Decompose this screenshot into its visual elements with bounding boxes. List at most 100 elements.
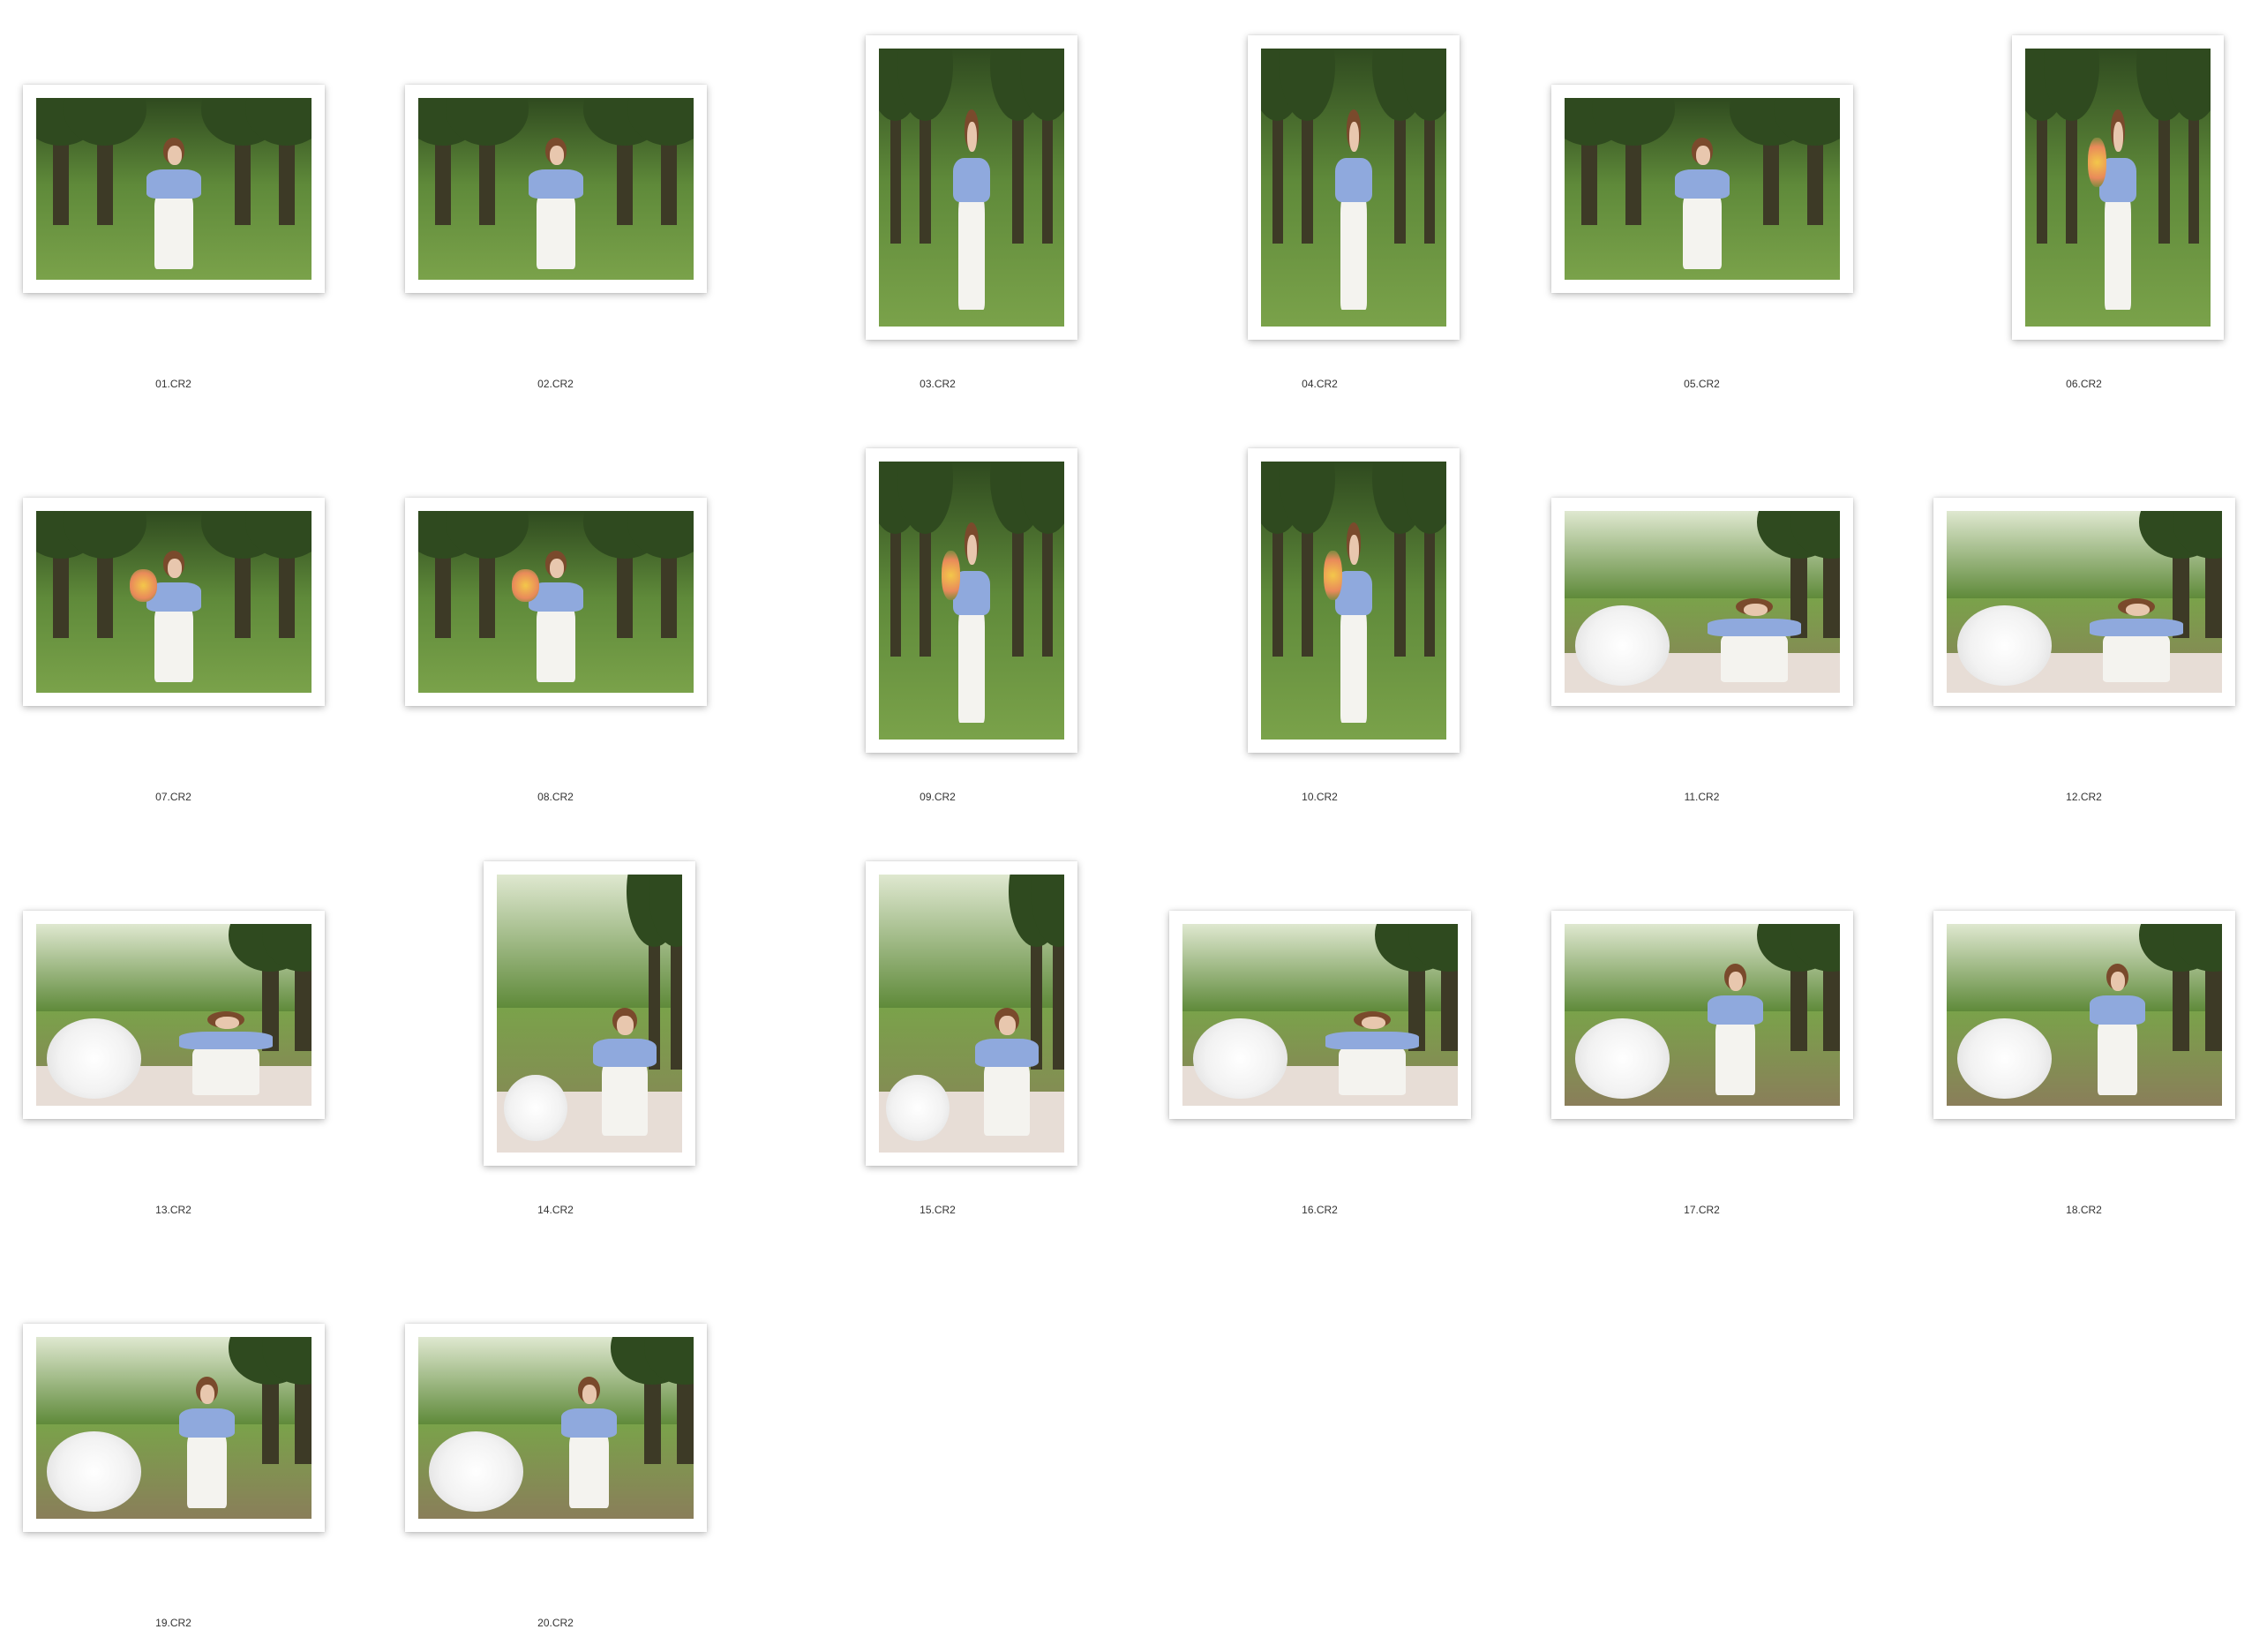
thumbnail-frame[interactable] — [1551, 911, 1853, 1119]
thumbnail-cell: 13.CR2 — [0, 826, 382, 1239]
model-face — [1348, 534, 1359, 565]
thumbnail-cell: 02.CR2 — [382, 0, 764, 413]
thumbnail-frame[interactable] — [23, 85, 325, 293]
thumbnail-frame[interactable] — [23, 911, 325, 1119]
model-figure — [1674, 138, 1730, 269]
model-shawl — [1335, 157, 1372, 202]
model-dress — [2097, 1016, 2137, 1095]
thumbnail-filename[interactable]: 10.CR2 — [1146, 791, 1493, 803]
model-figure — [561, 1377, 617, 1508]
model-dress — [192, 1044, 260, 1095]
thumbnail-frame[interactable] — [866, 35, 1077, 340]
thumbnail-filename[interactable]: 16.CR2 — [1146, 1204, 1493, 1216]
thumbnail-filename[interactable]: 13.CR2 — [0, 1204, 347, 1216]
thumbnail-filename[interactable]: 18.CR2 — [1910, 1204, 2252, 1216]
model-dress — [1721, 631, 1789, 682]
photo-thumbnail — [1947, 511, 2222, 693]
thumbnail-filename[interactable]: 15.CR2 — [764, 1204, 1111, 1216]
lace-umbrella — [1957, 1018, 2052, 1099]
thumbnail-frame[interactable] — [1551, 498, 1853, 706]
model-shawl — [1708, 995, 1763, 1025]
lace-umbrella — [1957, 605, 2052, 686]
thumbnail-cell: 14.CR2 — [382, 826, 764, 1239]
thumbnail-filename[interactable]: 17.CR2 — [1528, 1204, 1875, 1216]
photo-thumbnail — [36, 98, 312, 280]
model-figure — [593, 1008, 657, 1137]
thumbnail-filename[interactable]: 04.CR2 — [1146, 378, 1493, 390]
thumbnail-frame[interactable] — [23, 1324, 325, 1532]
thumbnail-cell: 06.CR2 — [1910, 0, 2252, 413]
lace-umbrella — [1575, 605, 1670, 686]
model-face — [1695, 146, 1710, 166]
thumbnail-cell: 09.CR2 — [764, 413, 1146, 826]
thumbnail-frame[interactable] — [1248, 35, 1460, 340]
thumbnail-cell: 07.CR2 — [0, 413, 382, 826]
thumbnail-filename[interactable]: 01.CR2 — [0, 378, 347, 390]
thumbnail-cell: 15.CR2 — [764, 826, 1146, 1239]
model-figure — [953, 522, 990, 724]
thumbnail-frame[interactable] — [1933, 911, 2235, 1119]
model-figure — [1335, 522, 1372, 724]
model-dress — [1340, 190, 1368, 311]
thumbnail-filename[interactable]: 06.CR2 — [1910, 378, 2252, 390]
thumbnail-filename[interactable]: 11.CR2 — [1528, 791, 1875, 803]
model-face — [1361, 1016, 1386, 1029]
thumbnail-frame[interactable] — [405, 1324, 707, 1532]
thumbnail-filename[interactable]: 09.CR2 — [764, 791, 1111, 803]
thumbnail-filename[interactable]: 08.CR2 — [382, 791, 729, 803]
photo-thumbnail — [497, 875, 682, 1153]
model-face — [199, 1385, 215, 1405]
model-face — [2125, 603, 2151, 616]
model-dress — [1682, 190, 1723, 269]
thumbnail-filename[interactable]: 19.CR2 — [0, 1617, 347, 1629]
model-figure — [528, 551, 584, 682]
model-figure — [975, 1008, 1039, 1137]
model-shawl — [2090, 618, 2184, 637]
thumbnail-frame[interactable] — [23, 498, 325, 706]
thumbnail-filename[interactable]: 02.CR2 — [382, 378, 729, 390]
flower-bouquet — [942, 550, 961, 601]
model-dress — [536, 190, 576, 269]
thumbnail-grid: 01.CR2 02.CR2 03.CR2 04.CR2 05.CR2 06.CR2 07.C… — [0, 0, 2252, 1651]
lace-umbrella — [47, 1431, 141, 1512]
thumbnail-frame[interactable] — [405, 85, 707, 293]
model-figure — [2090, 964, 2145, 1095]
thumbnail-frame[interactable] — [2012, 35, 2224, 340]
model-face — [549, 559, 564, 579]
thumbnail-filename[interactable]: 12.CR2 — [1910, 791, 2252, 803]
thumbnail-frame[interactable] — [1933, 498, 2235, 706]
model-dress — [2104, 190, 2132, 311]
thumbnail-frame[interactable] — [1248, 448, 1460, 753]
thumbnail-frame[interactable] — [484, 861, 695, 1166]
model-face — [1348, 121, 1359, 152]
thumbnail-frame[interactable] — [405, 498, 707, 706]
model-figure — [179, 1010, 274, 1095]
model-dress — [154, 190, 194, 269]
thumbnail-frame[interactable] — [1169, 911, 1471, 1119]
model-dress — [957, 190, 986, 311]
model-face — [214, 1016, 240, 1029]
photo-thumbnail — [36, 511, 312, 693]
flower-bouquet — [130, 568, 158, 602]
thumbnail-cell: 19.CR2 — [0, 1239, 382, 1652]
thumbnail-filename[interactable]: 20.CR2 — [382, 1617, 729, 1629]
thumbnail-filename[interactable]: 14.CR2 — [382, 1204, 729, 1216]
thumbnail-cell: 17.CR2 — [1528, 826, 1910, 1239]
thumbnail-filename[interactable]: 03.CR2 — [764, 378, 1111, 390]
thumbnail-frame[interactable] — [866, 448, 1077, 753]
photo-thumbnail — [1565, 98, 1840, 280]
model-face — [2110, 972, 2126, 992]
model-shawl — [179, 1408, 235, 1438]
thumbnail-filename[interactable]: 05.CR2 — [1528, 378, 1875, 390]
thumbnail-frame[interactable] — [866, 861, 1077, 1166]
thumbnail-cell: 16.CR2 — [1146, 826, 1528, 1239]
model-dress — [154, 603, 194, 682]
model-figure — [1708, 597, 1802, 682]
photo-thumbnail — [36, 924, 312, 1106]
thumbnail-cell: 03.CR2 — [764, 0, 1146, 413]
thumbnail-frame[interactable] — [1551, 85, 1853, 293]
model-dress — [957, 603, 986, 724]
thumbnail-filename[interactable]: 07.CR2 — [0, 791, 347, 803]
thumbnail-cell: 20.CR2 — [382, 1239, 764, 1652]
model-face — [999, 1015, 1016, 1035]
